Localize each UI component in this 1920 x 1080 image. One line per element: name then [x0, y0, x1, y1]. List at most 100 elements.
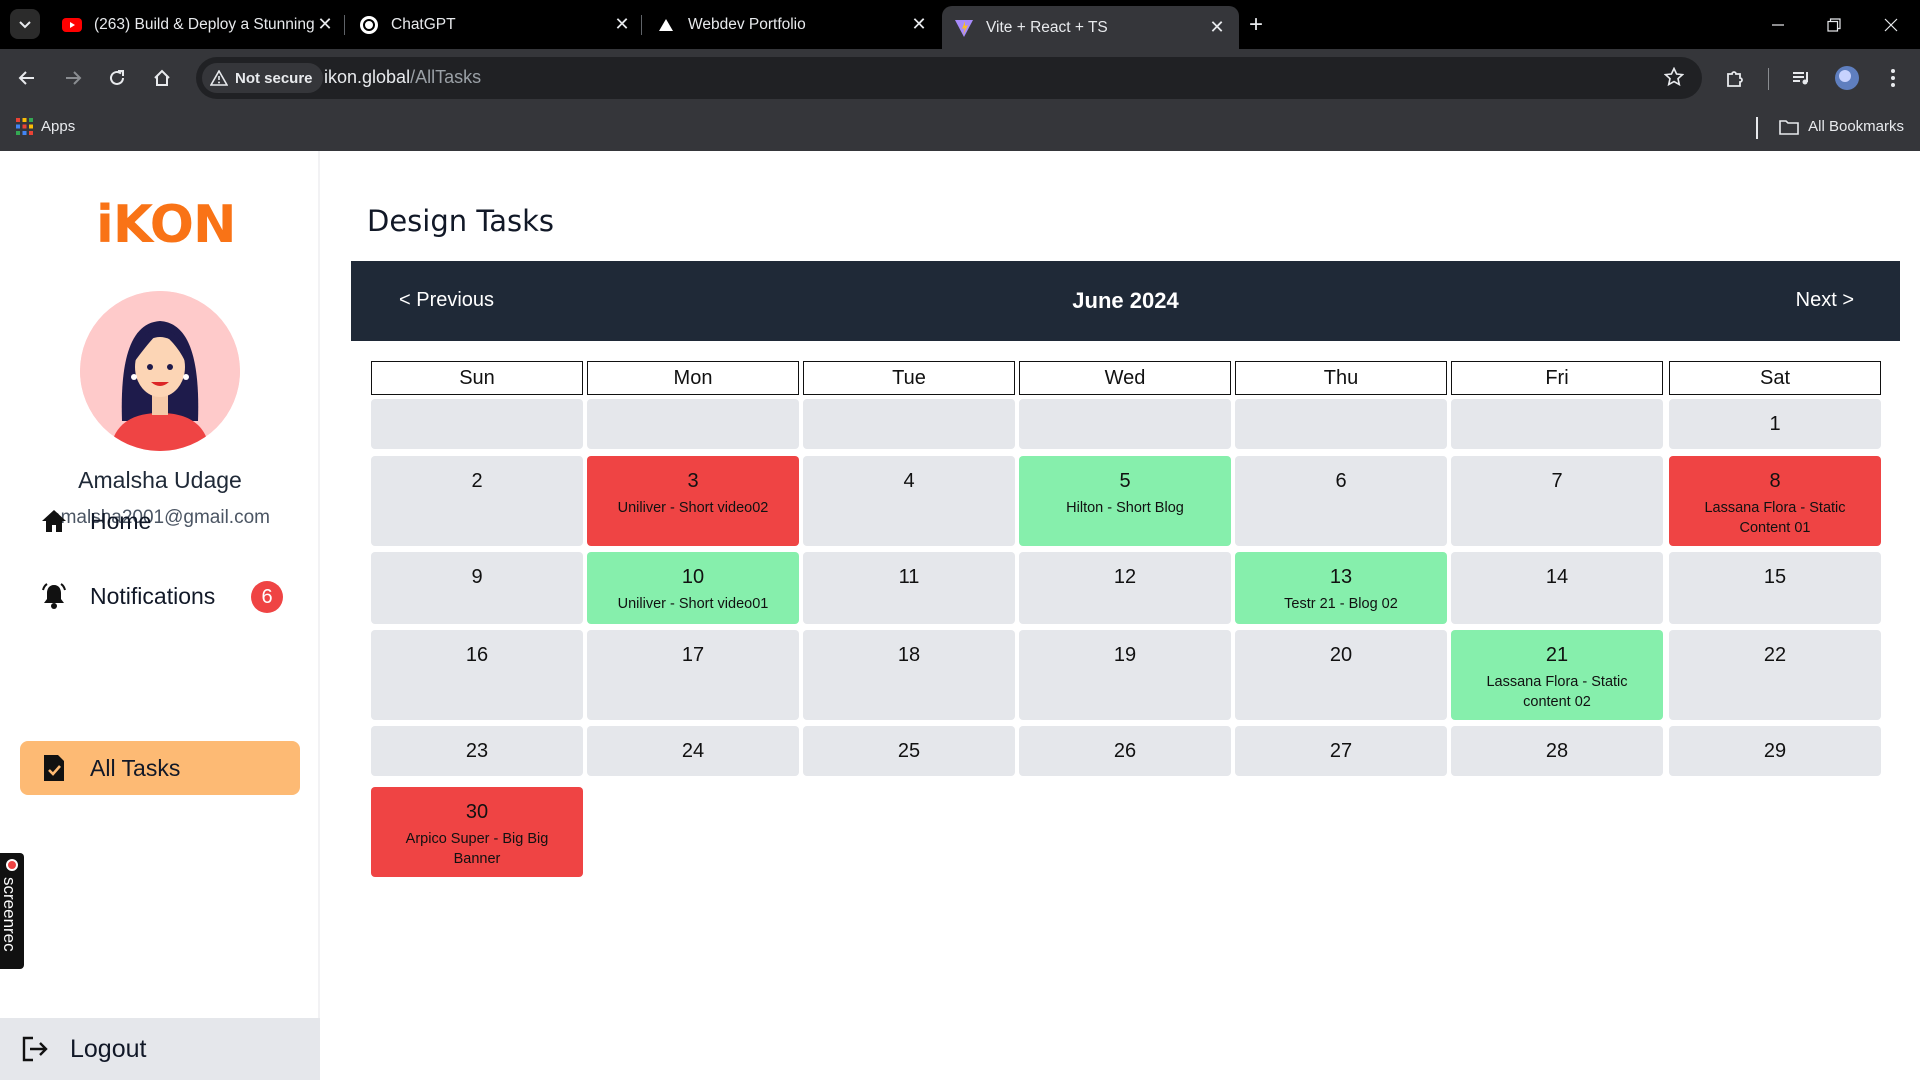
weekday-fri: Fri	[1451, 361, 1663, 395]
calendar-day[interactable]: 14	[1451, 552, 1663, 624]
day-number: 28	[1545, 740, 1569, 762]
calendar-day-with-task[interactable]: 3 Uniliver - Short video02	[587, 456, 799, 546]
calendar-day[interactable]: 11	[803, 552, 1015, 624]
calendar-day-with-task[interactable]: 13 Testr 21 - Blog 02	[1235, 552, 1447, 624]
close-icon[interactable]: ✕	[1207, 17, 1227, 38]
day-number: 19	[1113, 644, 1137, 666]
apps-bookmark[interactable]: Apps	[16, 118, 75, 135]
close-icon[interactable]: ✕	[612, 14, 632, 35]
nav-item-notifications[interactable]: Notifications 6	[20, 569, 300, 623]
folder-icon	[1779, 119, 1799, 135]
profile-avatar-icon	[1835, 66, 1859, 90]
browser-tab-vite[interactable]: Vite + React + TS ✕	[942, 6, 1239, 49]
day-number: 27	[1329, 740, 1353, 762]
tab-title: Vite + React + TS	[986, 18, 1108, 36]
profile-avatar-button[interactable]	[1830, 61, 1864, 95]
nav-item-home[interactable]: Home	[20, 494, 300, 548]
reload-button[interactable]	[100, 61, 134, 95]
vite-icon	[954, 18, 974, 38]
security-chip[interactable]: Not secure	[202, 63, 323, 93]
page-title: Design Tasks	[367, 204, 555, 238]
day-number: 10	[681, 566, 705, 588]
nav-label: All Tasks	[90, 754, 181, 781]
calendar-day[interactable]: 7	[1451, 456, 1663, 546]
window-close-button[interactable]	[1862, 0, 1920, 49]
avatar	[80, 291, 240, 451]
task-label: Uniliver - Short video02	[617, 500, 769, 516]
calendar-day[interactable]: 23	[371, 726, 583, 776]
home-icon	[154, 69, 170, 86]
calendar-day[interactable]: 1	[1669, 399, 1881, 449]
calendar-day[interactable]: 27	[1235, 726, 1447, 776]
ikon-logo[interactable]: iKON	[96, 195, 237, 255]
calendar-day[interactable]: 17	[587, 630, 799, 720]
logout-button[interactable]: Logout	[0, 1018, 320, 1080]
next-month-button[interactable]: Next >	[1796, 289, 1854, 312]
home-button[interactable]	[145, 61, 179, 95]
forward-button[interactable]	[56, 61, 90, 95]
calendar-day[interactable]: 15	[1669, 552, 1881, 624]
forward-arrow-icon	[66, 71, 82, 85]
web-page: iKON Amalsha Udage amalsha2001@gmail.com	[0, 151, 1920, 1080]
calendar-day[interactable]: 16	[371, 630, 583, 720]
screenrec-widget[interactable]: screenrec	[0, 853, 24, 969]
calendar-day-with-task[interactable]: 10 Uniliver - Short video01	[587, 552, 799, 624]
nav-item-all-tasks[interactable]: All Tasks	[20, 741, 300, 795]
calendar-day-with-task[interactable]: 5 Hilton - Short Blog	[1019, 456, 1231, 546]
address-bar[interactable]: Not secure ikon.global/AllTasks	[196, 57, 1702, 99]
chatgpt-icon	[359, 15, 379, 35]
day-number: 11	[898, 566, 920, 588]
browser-tab-chatgpt[interactable]: ChatGPT ✕	[347, 6, 644, 43]
calendar-day-with-task[interactable]: 21 Lassana Flora - Static content 02	[1451, 630, 1663, 720]
calendar-day-with-task[interactable]: 30 Arpico Super - Big Big Banner	[371, 787, 583, 877]
calendar-day[interactable]: 9	[371, 552, 583, 624]
browser-menu-button[interactable]	[1876, 61, 1910, 95]
task-label: Hilton - Short Blog	[1066, 500, 1184, 516]
browser-tab-portfolio[interactable]: Webdev Portfolio ✕	[644, 6, 941, 43]
day-number: 22	[1763, 644, 1787, 666]
calendar-day-with-task[interactable]: 8 Lassana Flora - Static Content 01	[1669, 456, 1881, 546]
playlist-icon	[1793, 72, 1808, 85]
user-name: Amalsha Udage	[78, 467, 242, 493]
restore-button[interactable]	[1805, 0, 1863, 49]
record-icon	[6, 859, 18, 871]
calendar-day[interactable]: 28	[1451, 726, 1663, 776]
minimize-button[interactable]	[1749, 0, 1807, 49]
day-number: 25	[897, 740, 921, 762]
calendar-day[interactable]: 24	[587, 726, 799, 776]
day-number: 18	[897, 644, 921, 666]
calendar-day[interactable]: 6	[1235, 456, 1447, 546]
apps-label: Apps	[41, 118, 76, 135]
youtube-icon	[62, 15, 82, 35]
calendar-day[interactable]: 4	[803, 456, 1015, 546]
close-icon[interactable]: ✕	[315, 14, 335, 35]
all-bookmarks-label: All Bookmarks	[1808, 118, 1904, 135]
calendar-day[interactable]: 12	[1019, 552, 1231, 624]
browser-tab-youtube[interactable]: (263) Build & Deploy a Stunning ✕	[50, 6, 347, 43]
close-icon[interactable]: ✕	[909, 14, 929, 35]
puzzle-icon	[1727, 71, 1743, 87]
calendar-day[interactable]: 29	[1669, 726, 1881, 776]
url-path: /AllTasks	[410, 67, 482, 87]
day-number: 8	[1769, 470, 1781, 492]
new-tab-button[interactable]: +	[1243, 11, 1269, 38]
bookmark-star-button[interactable]	[1663, 66, 1685, 92]
url-host: ikon.global	[324, 67, 411, 87]
extensions-button[interactable]	[1718, 61, 1752, 95]
calendar-day[interactable]: 2	[371, 456, 583, 546]
day-number: 30	[465, 801, 489, 823]
calendar-day[interactable]: 18	[803, 630, 1015, 720]
bookmarks-bar: Apps All Bookmarks	[0, 108, 1920, 151]
calendar-day[interactable]: 19	[1019, 630, 1231, 720]
back-button[interactable]	[10, 61, 44, 95]
calendar-day[interactable]: 22	[1669, 630, 1881, 720]
close-icon	[1884, 18, 1898, 31]
day-number: 3	[687, 470, 699, 492]
media-control-button[interactable]	[1784, 61, 1818, 95]
calendar-day[interactable]: 25	[803, 726, 1015, 776]
nav-label: Home	[90, 507, 152, 534]
calendar-day[interactable]: 26	[1019, 726, 1231, 776]
calendar-day[interactable]: 20	[1235, 630, 1447, 720]
all-bookmarks-button[interactable]: All Bookmarks	[1779, 118, 1904, 135]
tab-search-button[interactable]	[10, 9, 40, 39]
